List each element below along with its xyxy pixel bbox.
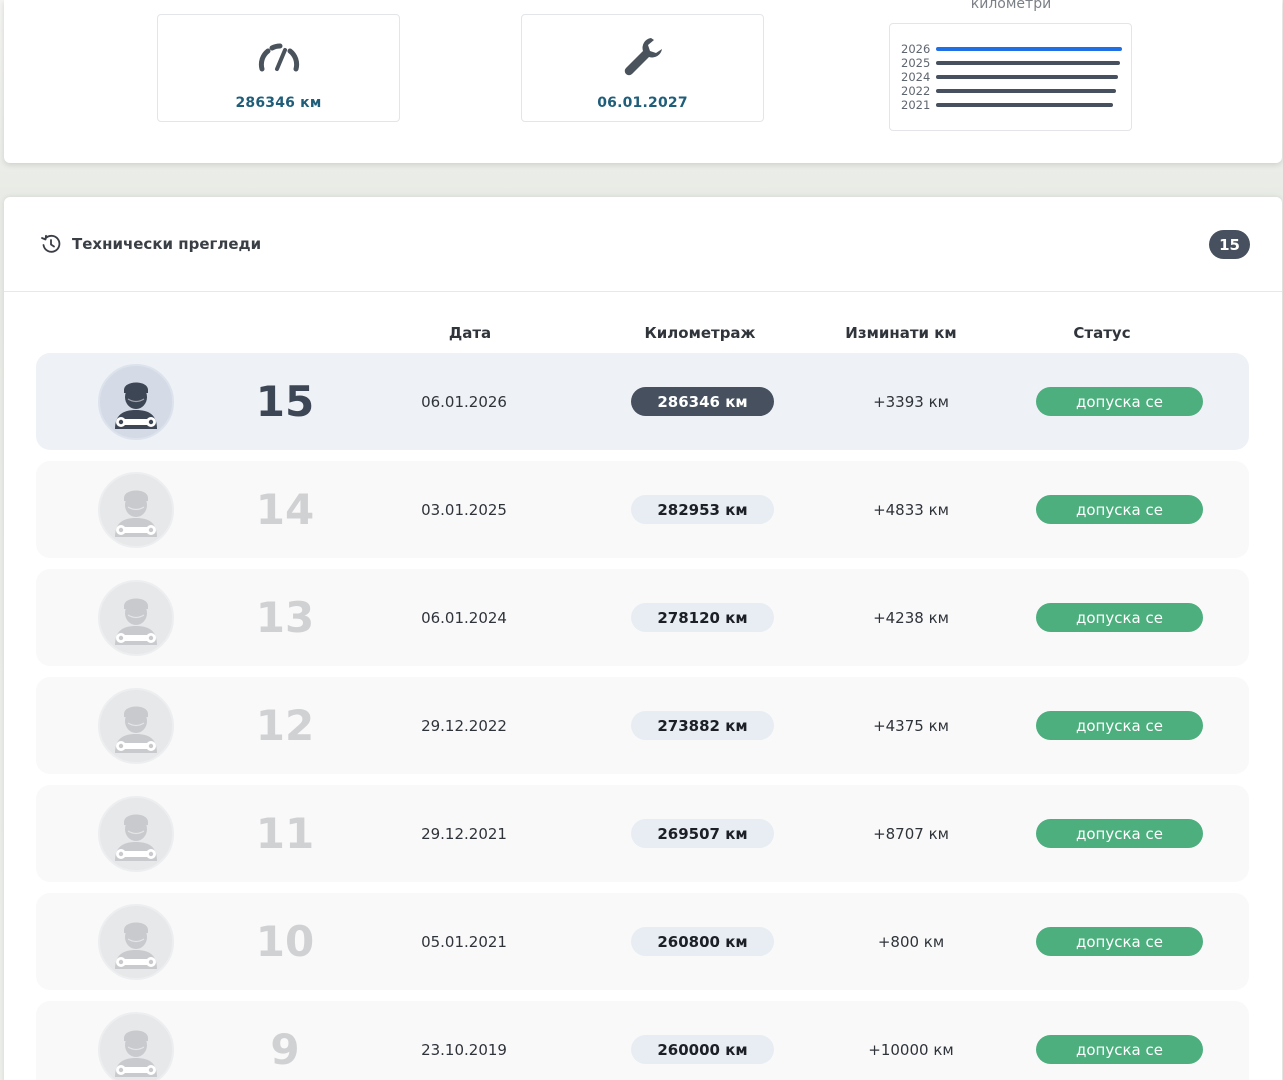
km-chart-bar [936, 75, 1118, 79]
km-chart-bar [936, 61, 1120, 65]
mechanic-avatar-icon [98, 580, 174, 656]
inspections-card: Технически прегледи 15 Дата Километраж И… [4, 197, 1282, 1080]
inspections-header: Технически прегледи 15 [4, 197, 1282, 292]
status-badge: допуска се [1036, 603, 1203, 632]
speedometer-icon [258, 35, 300, 79]
km-chart-year: 2022 [901, 84, 931, 98]
inspections-count-badge: 15 [1209, 230, 1250, 259]
km-chart-bar [936, 89, 1116, 93]
inspection-row[interactable]: 14 03.01.2025 282953 км +4833 км допуска… [36, 461, 1249, 558]
km-chart-year: 2021 [901, 98, 931, 112]
inspection-row[interactable]: 10 05.01.2021 260800 км +800 км допуска … [36, 893, 1249, 990]
column-header-diff: Изминати км [845, 324, 957, 342]
inspection-mileage: 282953 км [631, 495, 774, 524]
inspection-mileage: 260000 км [631, 1035, 774, 1064]
inspections-title: Технически прегледи [72, 235, 262, 253]
mechanic-avatar-icon [98, 364, 174, 440]
km-chart-row: 2026 [901, 42, 1122, 56]
status-badge: допуска се [1036, 1035, 1203, 1064]
vehicle-summary-card: 286346 км 06.01.2027 километри 2026 2025 2… [4, 0, 1282, 163]
status-badge: допуска се [1036, 711, 1203, 740]
status-badge: допуска се [1036, 819, 1203, 848]
inspection-mileage: 286346 км [631, 387, 774, 416]
inspection-row[interactable]: 12 29.12.2022 273882 км +4375 км допуска… [36, 677, 1249, 774]
mechanic-avatar-icon [98, 904, 174, 980]
km-chart-row: 2024 [901, 70, 1118, 84]
km-history-chart: 2026 2025 2024 2022 2021 [889, 23, 1132, 131]
km-chart-label: километри [970, 0, 1052, 12]
km-chart-bar [936, 103, 1113, 107]
km-chart-row: 2025 [901, 56, 1120, 70]
mileage-stat: 286346 км [157, 14, 400, 122]
inspection-mileage: 269507 км [631, 819, 774, 848]
inspection-row[interactable]: 9 23.10.2019 260000 км +10000 км допуска… [36, 1001, 1249, 1080]
mechanic-avatar-icon [98, 688, 174, 764]
km-chart-row: 2022 [901, 84, 1116, 98]
column-header-status: Статус [1073, 324, 1131, 342]
wrench-icon [621, 35, 665, 79]
km-chart-year: 2026 [901, 42, 931, 56]
km-chart-row: 2021 [901, 98, 1113, 112]
km-chart-year: 2025 [901, 56, 931, 70]
column-header-mileage: Километраж [644, 324, 756, 342]
mechanic-avatar-icon [98, 472, 174, 548]
status-badge: допуска се [1036, 387, 1203, 416]
status-badge: допуска се [1036, 495, 1203, 524]
mechanic-avatar-icon [98, 796, 174, 872]
inspection-row[interactable]: 11 29.12.2021 269507 км +8707 км допуска… [36, 785, 1249, 882]
column-header-date: Дата [448, 324, 492, 342]
inspection-mileage: 278120 км [631, 603, 774, 632]
inspection-mileage: 273882 км [631, 711, 774, 740]
inspection-mileage: 260800 км [631, 927, 774, 956]
km-chart-bar [936, 47, 1122, 51]
status-badge: допуска се [1036, 927, 1203, 956]
next-inspection-date: 06.01.2027 [597, 95, 688, 111]
history-icon [40, 233, 62, 255]
km-chart-year: 2024 [901, 70, 931, 84]
next-inspection-stat: 06.01.2027 [521, 14, 764, 122]
inspection-row[interactable]: 13 06.01.2024 278120 км +4238 км допуска… [36, 569, 1249, 666]
current-mileage: 286346 км [235, 95, 322, 111]
mechanic-avatar-icon [98, 1012, 174, 1080]
inspection-row[interactable]: 15 06.01.2026 286346 км +3393 км допуска… [36, 353, 1249, 450]
